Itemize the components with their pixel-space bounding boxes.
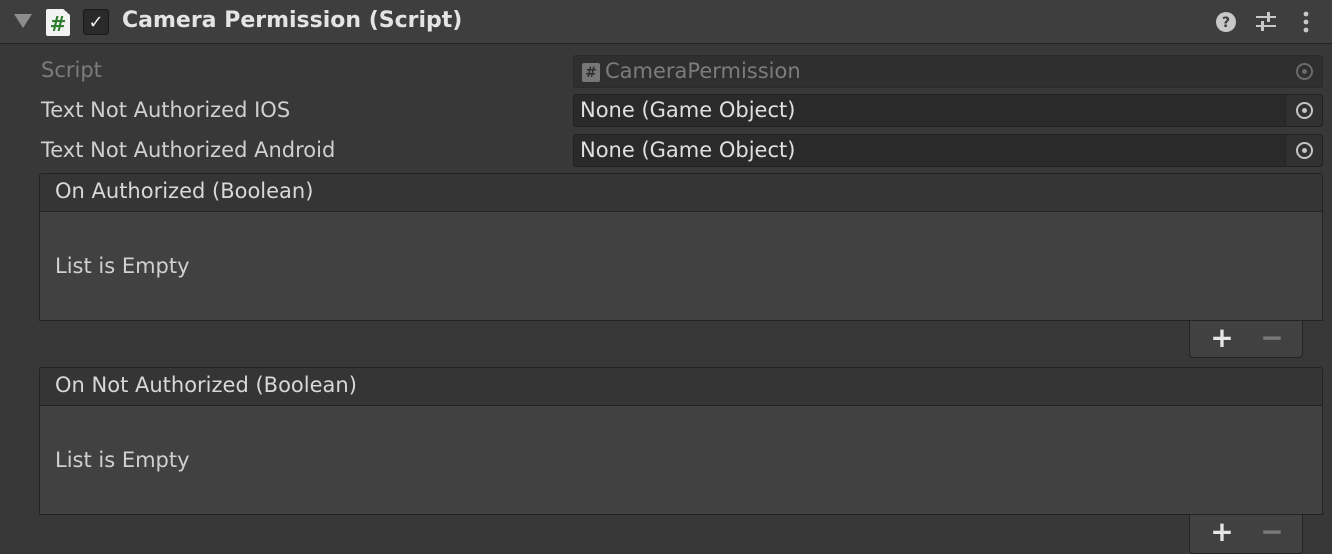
on-not-authorized-event-title: On Not Authorized (Boolean) <box>55 373 357 397</box>
text-not-authorized-android-field[interactable]: None (Game Object) <box>573 134 1323 167</box>
script-mini-icon: # <box>582 63 600 82</box>
script-field-value: CameraPermission <box>605 59 801 83</box>
on-authorized-event-title: On Authorized (Boolean) <box>55 179 314 203</box>
on-not-authorized-list-footer: + − <box>1189 515 1303 554</box>
add-listener-button[interactable]: + <box>1208 324 1236 352</box>
object-picker-icon[interactable] <box>1285 95 1322 126</box>
script-icon-glyph: # <box>49 11 67 36</box>
inspector-component: # ✓ Camera Permission (Script) ? Script … <box>0 0 1332 554</box>
text-not-authorized-android-value: None (Game Object) <box>580 138 796 162</box>
script-picker-icon <box>1286 56 1322 87</box>
script-field: # CameraPermission <box>573 55 1323 88</box>
component-title: Camera Permission (Script) <box>122 8 463 33</box>
list-empty-text: List is Empty <box>55 254 190 278</box>
text-not-authorized-ios-field[interactable]: None (Game Object) <box>573 94 1323 127</box>
object-picker-icon[interactable] <box>1285 135 1322 166</box>
on-authorized-event-header: On Authorized (Boolean) <box>39 173 1323 212</box>
text-not-authorized-ios-value: None (Game Object) <box>580 98 796 122</box>
checkmark-icon: ✓ <box>88 11 104 33</box>
remove-listener-button[interactable]: − <box>1258 518 1286 546</box>
component-header[interactable]: # ✓ Camera Permission (Script) ? <box>0 0 1332 44</box>
remove-listener-button[interactable]: − <box>1258 324 1286 352</box>
text-not-authorized-ios-label: Text Not Authorized IOS <box>41 98 291 122</box>
on-authorized-list-footer: + − <box>1189 321 1303 358</box>
add-listener-button[interactable]: + <box>1208 518 1236 546</box>
script-icon: # <box>46 9 70 36</box>
svg-text:?: ? <box>1222 15 1230 31</box>
on-not-authorized-event-header: On Not Authorized (Boolean) <box>39 367 1323 406</box>
help-icon[interactable]: ? <box>1214 10 1238 34</box>
component-enabled-checkbox[interactable]: ✓ <box>83 9 109 35</box>
list-empty-text: List is Empty <box>55 448 190 472</box>
on-authorized-event-list: List is Empty <box>39 212 1323 321</box>
script-label: Script <box>41 58 102 82</box>
on-not-authorized-event-list: List is Empty <box>39 406 1323 515</box>
foldout-arrow-icon[interactable] <box>14 14 32 28</box>
text-not-authorized-android-label: Text Not Authorized Android <box>41 138 336 162</box>
presets-icon[interactable] <box>1254 10 1278 34</box>
more-options-icon[interactable] <box>1294 10 1318 34</box>
